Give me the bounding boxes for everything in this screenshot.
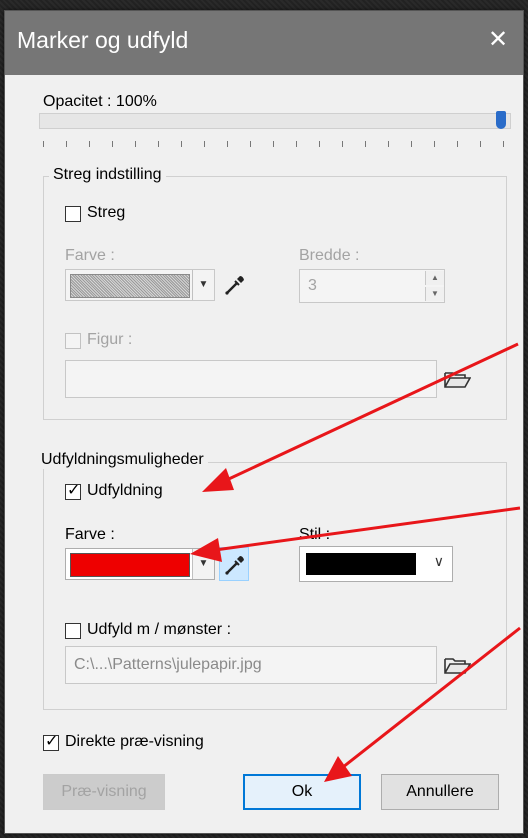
slider-tick bbox=[411, 141, 412, 147]
slider-tick bbox=[296, 141, 297, 147]
slider-tick bbox=[388, 141, 389, 147]
slider-tick bbox=[204, 141, 205, 147]
stroke-color-combo[interactable]: ▼ bbox=[65, 269, 215, 301]
eyedropper-icon bbox=[225, 556, 244, 575]
slider-tick bbox=[135, 141, 136, 147]
fill-style-label: Stil : bbox=[299, 526, 331, 543]
fill-color-dropdown-button[interactable]: ▼ bbox=[192, 549, 214, 579]
chevron-down-icon: ▼ bbox=[198, 279, 209, 290]
direct-preview-label: Direkte præ-visning bbox=[65, 733, 204, 750]
fill-style-combo[interactable]: ∨ bbox=[299, 546, 453, 582]
figure-checkbox[interactable] bbox=[65, 333, 81, 349]
slider-tick bbox=[503, 141, 504, 147]
slider-tick bbox=[342, 141, 343, 147]
slider-tick bbox=[43, 141, 44, 147]
close-button[interactable]: ✕ bbox=[483, 25, 513, 55]
chevron-down-icon: ▼ bbox=[198, 558, 209, 569]
slider-tick bbox=[66, 141, 67, 147]
stroke-width-value: 3 bbox=[308, 277, 317, 294]
stroke-width-down-button[interactable]: ▼ bbox=[425, 287, 444, 301]
figure-checkbox-label: Figur : bbox=[87, 331, 133, 348]
stroke-group-legend: Streg indstilling bbox=[49, 166, 166, 184]
dialog-window: Marker og udfyld ✕ Opacitet : 100% Streg… bbox=[4, 10, 524, 834]
window-title: Marker og udfyld bbox=[17, 27, 189, 53]
slider-tick bbox=[158, 141, 159, 147]
stroke-checkbox-label: Streg bbox=[87, 204, 126, 221]
slider-tick bbox=[457, 141, 458, 147]
folder-open-icon[interactable] bbox=[443, 367, 471, 391]
preview-button[interactable]: Præ-visning bbox=[43, 774, 165, 810]
fill-color-combo[interactable]: ▼ bbox=[65, 548, 215, 580]
slider-tick bbox=[273, 141, 274, 147]
pattern-fill-checkbox-label: Udfyld m / mønster : bbox=[87, 621, 232, 638]
check-icon: ✓ bbox=[67, 482, 81, 499]
slider-tick bbox=[89, 141, 90, 147]
check-icon: ✓ bbox=[45, 733, 59, 750]
slider-tick bbox=[319, 141, 320, 147]
fill-color-swatch bbox=[70, 553, 190, 577]
slider-tick bbox=[434, 141, 435, 147]
chevron-down-icon[interactable]: ∨ bbox=[434, 553, 444, 570]
ok-button[interactable]: Ok bbox=[243, 774, 361, 810]
stroke-width-up-button[interactable]: ▲ bbox=[425, 271, 444, 285]
stroke-color-label: Farve : bbox=[65, 247, 115, 264]
opacity-slider-track[interactable] bbox=[39, 113, 511, 129]
stroke-width-label: Bredde : bbox=[299, 247, 360, 264]
figure-path-field[interactable] bbox=[65, 360, 437, 398]
fill-style-swatch bbox=[306, 553, 416, 575]
fill-eyedropper-button[interactable] bbox=[219, 547, 249, 581]
slider-tick bbox=[250, 141, 251, 147]
folder-open-icon[interactable] bbox=[443, 653, 471, 677]
stroke-color-dropdown-button[interactable]: ▼ bbox=[192, 270, 214, 300]
slider-tick bbox=[181, 141, 182, 147]
eyedropper-icon[interactable] bbox=[223, 273, 247, 297]
slider-tick bbox=[112, 141, 113, 147]
fill-group-legend: Udfyldningsmuligheder bbox=[37, 451, 208, 469]
slider-tick bbox=[480, 141, 481, 147]
fill-checkbox[interactable]: ✓ bbox=[65, 482, 81, 500]
stroke-color-swatch bbox=[70, 274, 190, 298]
stroke-width-spinbox[interactable]: 3 ▲ ▼ bbox=[299, 269, 445, 303]
slider-tick bbox=[365, 141, 366, 147]
direct-preview-checkbox[interactable]: ✓ bbox=[43, 733, 59, 751]
stroke-checkbox[interactable] bbox=[65, 206, 81, 222]
opacity-slider-thumb[interactable] bbox=[496, 111, 506, 129]
fill-checkbox-label: Udfyldning bbox=[87, 482, 163, 499]
title-bar: Marker og udfyld ✕ bbox=[5, 11, 523, 75]
pattern-path-field[interactable]: C:\...\Patterns\julepapir.jpg bbox=[65, 646, 437, 684]
pattern-fill-checkbox[interactable] bbox=[65, 623, 81, 639]
fill-color-label: Farve : bbox=[65, 526, 115, 543]
cancel-button[interactable]: Annullere bbox=[381, 774, 499, 810]
opacity-label: Opacitet : 100% bbox=[43, 93, 157, 110]
slider-tick bbox=[227, 141, 228, 147]
